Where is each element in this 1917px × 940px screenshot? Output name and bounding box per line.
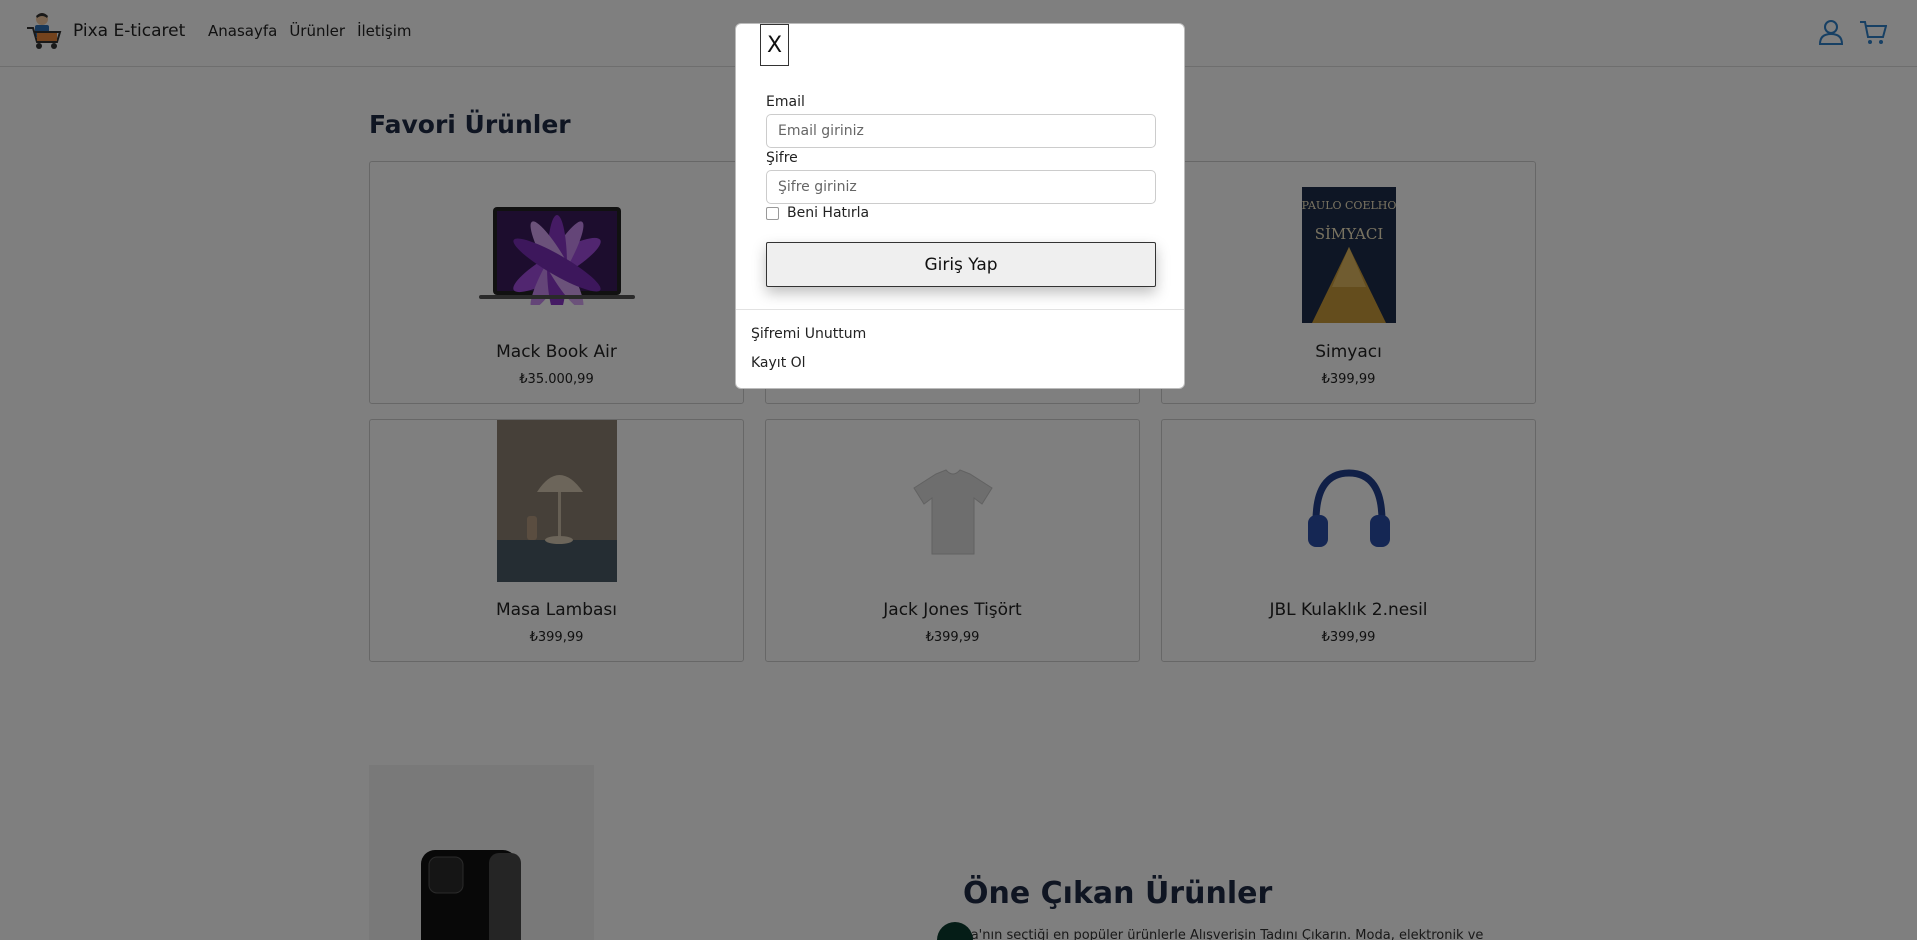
login-modal: X Email Şifre Beni Hatırla Giriş Yap Şif… (735, 23, 1185, 389)
close-button[interactable]: X (760, 24, 789, 66)
login-button[interactable]: Giriş Yap (766, 242, 1156, 287)
remember-me[interactable]: Beni Hatırla (766, 205, 869, 221)
password-label: Şifre (766, 150, 798, 166)
email-field[interactable] (766, 114, 1156, 148)
email-label: Email (766, 94, 805, 110)
remember-me-label: Beni Hatırla (787, 205, 870, 221)
remember-me-checkbox[interactable] (766, 206, 779, 220)
password-field[interactable] (766, 170, 1156, 204)
modal-divider (736, 309, 1184, 310)
forgot-password-link[interactable]: Şifremi Unuttum (751, 326, 866, 342)
register-link[interactable]: Kayıt Ol (751, 355, 806, 371)
